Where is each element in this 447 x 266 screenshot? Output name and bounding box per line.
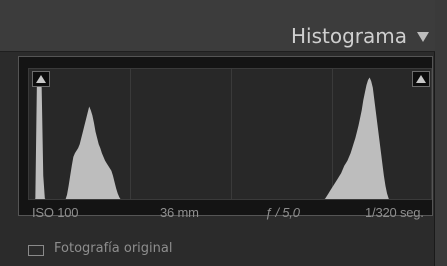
histogram-chart xyxy=(35,69,389,199)
histogram-graph[interactable] xyxy=(28,68,432,200)
panel-title: Histograma xyxy=(290,24,407,48)
scrollbar-track[interactable] xyxy=(435,0,447,266)
camera-info-row: ISO 100 36 mm ƒ / 5,0 1/320 seg. xyxy=(28,205,432,225)
triangle-down-icon[interactable] xyxy=(417,32,429,42)
histogram-panel-header[interactable]: Histograma xyxy=(0,0,435,52)
triangle-up-icon xyxy=(36,75,46,83)
aperture-value: ƒ / 5,0 xyxy=(265,205,300,220)
iso-value: ISO 100 xyxy=(32,205,79,220)
shutter-speed-value: 1/320 seg. xyxy=(365,205,424,220)
original-photo-label: Fotografía original xyxy=(54,241,173,256)
highlight-clipping-toggle[interactable] xyxy=(412,71,430,87)
focal-length-value: 36 mm xyxy=(160,205,199,220)
shadow-clipping-toggle[interactable] xyxy=(32,71,50,87)
triangle-up-icon xyxy=(416,75,426,83)
histogram-luminance-area xyxy=(35,77,389,199)
histogram-grid xyxy=(130,69,333,199)
histogram-panel: Histograma ISO 100 36 mm ƒ / 5,0 1/320 s… xyxy=(0,0,435,266)
original-photo-checkbox[interactable] xyxy=(28,245,44,256)
